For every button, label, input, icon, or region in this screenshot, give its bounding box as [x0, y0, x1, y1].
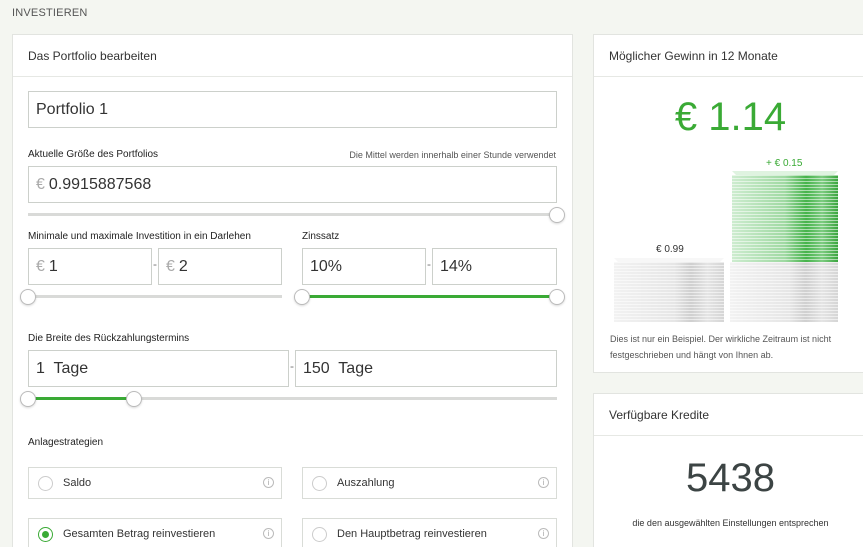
strategy-label: Den Hauptbetrag reinvestieren — [337, 528, 487, 540]
strategy-label: Auszahlung — [337, 477, 395, 489]
term-max-value: 150 Tage — [303, 359, 373, 377]
term-max-handle[interactable] — [125, 391, 142, 407]
strategy-option-auszahlung[interactable]: Auszahlung i — [302, 467, 557, 499]
portfolio-size-slider-handle[interactable] — [549, 207, 565, 223]
info-icon[interactable]: i — [538, 477, 549, 488]
portfolio-size-value: 0.9915887568 — [48, 175, 152, 193]
term-min-input[interactable]: 1 Tage — [28, 350, 289, 387]
euro-icon: € — [36, 257, 45, 275]
range-separator: - — [427, 257, 431, 271]
rate-max-input[interactable]: 14% — [432, 248, 557, 285]
rate-min-value: 10% — [310, 257, 343, 275]
info-icon[interactable]: i — [263, 528, 274, 539]
profit-panel: Möglicher Gewinn in 12 Monate € 1.14 € 0… — [593, 34, 863, 373]
profit-title: Möglicher Gewinn in 12 Monate — [594, 35, 863, 77]
invest-max-value: 2 — [178, 257, 188, 275]
strategy-option-saldo[interactable]: Saldo i — [28, 467, 282, 499]
term-max-input[interactable]: 150 Tage — [295, 350, 557, 387]
radio-button[interactable] — [38, 475, 53, 491]
strategy-option-reinvest-all[interactable]: Gesamten Betrag reinvestieren i — [28, 518, 282, 547]
invest-max-input[interactable]: € 2 — [158, 248, 282, 285]
invest-min-input[interactable]: € 1 — [28, 248, 152, 285]
rate-range-fill — [302, 295, 557, 298]
strategy-label: Saldo — [63, 477, 92, 489]
portfolio-size-input[interactable]: € 0.9915887568 — [28, 166, 557, 203]
term-range-label: Die Breite des Rückzahlungstermins — [28, 333, 190, 344]
portfolio-editor-panel: Das Portfolio bearbeiten Portfolio 1 Akt… — [12, 34, 573, 547]
rate-max-value: 14% — [440, 257, 473, 275]
term-min-handle[interactable] — [20, 391, 36, 407]
term-min-value: 1 Tage — [36, 359, 89, 377]
term-range-fill — [28, 397, 134, 400]
rate-min-input[interactable]: 10% — [302, 248, 426, 285]
strategies-label: Anlagestrategien — [28, 437, 104, 448]
range-separator: - — [153, 257, 157, 271]
rate-min-handle[interactable] — [294, 289, 310, 305]
portfolio-size-label: Aktuelle Größe des Portfolios — [28, 149, 159, 160]
range-separator: - — [290, 359, 294, 373]
rate-max-handle[interactable] — [549, 289, 565, 305]
rate-label: Zinssatz — [302, 231, 340, 242]
radio-button[interactable] — [312, 526, 327, 542]
invest-range-label: Minimale und maximale Investition in ein… — [28, 231, 251, 242]
portfolio-name-input[interactable]: Portfolio 1 — [28, 91, 557, 128]
invest-range-slider[interactable] — [28, 295, 282, 298]
radio-button[interactable] — [312, 475, 327, 491]
loans-subtitle: die den ausgewählten Einstellungen entsp… — [632, 518, 829, 528]
info-icon[interactable]: i — [538, 528, 549, 539]
gain-amount-label: + € 0.15 — [766, 158, 803, 169]
portfolio-size-hint: Die Mittel werden innerhalb einer Stunde… — [349, 150, 556, 160]
panel-title: Das Portfolio bearbeiten — [13, 35, 572, 77]
available-loans-panel: Verfügbare Kredite 5438 die den ausgewäh… — [593, 393, 863, 547]
euro-icon: € — [36, 175, 45, 193]
strategy-label: Gesamten Betrag reinvestieren — [63, 528, 216, 540]
section-title: INVESTIEREN — [12, 7, 88, 19]
loans-title: Verfügbare Kredite — [594, 394, 863, 436]
euro-icon: € — [166, 257, 175, 275]
strategy-option-reinvest-principal[interactable]: Den Hauptbetrag reinvestieren i — [302, 518, 557, 547]
money-stacks-illustration — [614, 171, 838, 322]
profit-disclaimer: Dies ist nur ein Beispiel. Der wirkliche… — [610, 334, 832, 360]
portfolio-name-value: Portfolio 1 — [36, 100, 109, 118]
info-icon[interactable]: i — [263, 477, 274, 488]
portfolio-size-slider[interactable] — [28, 213, 557, 216]
invest-min-handle[interactable] — [20, 289, 36, 305]
loans-count: 5438 — [686, 456, 775, 500]
profit-value: € 1.14 — [674, 95, 787, 139]
invest-min-value: 1 — [48, 257, 58, 275]
radio-button-selected[interactable] — [38, 526, 53, 542]
